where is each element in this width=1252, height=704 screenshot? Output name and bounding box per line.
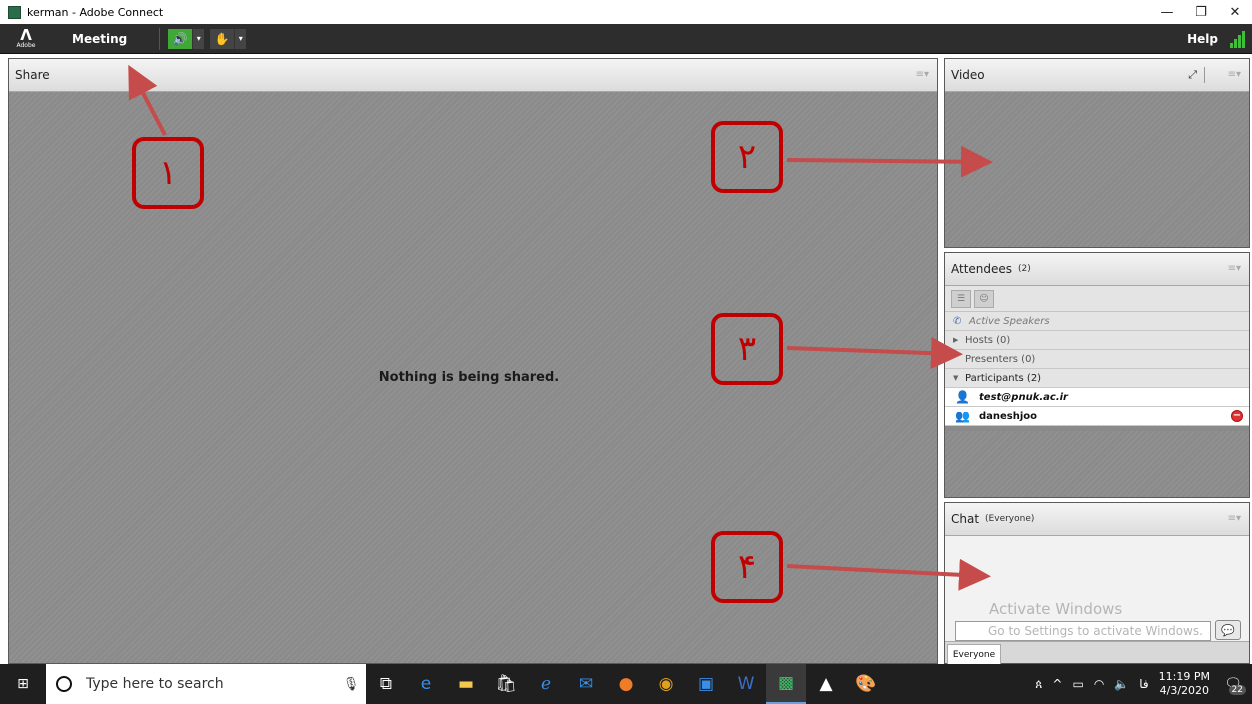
- system-tray: ጰ ^ ▭ ◠ 🔈 فا 11:19 PM 4/3/2020 🗨 22: [1035, 670, 1252, 698]
- status-view-icon[interactable]: ☺: [974, 289, 994, 308]
- photos-icon[interactable]: ▲: [806, 664, 846, 704]
- user-icon: 👤: [955, 390, 970, 404]
- video-pod-title: Video: [951, 68, 985, 82]
- windows-start-icon[interactable]: ⊞: [0, 664, 46, 704]
- paint-icon[interactable]: 🎨: [846, 664, 886, 704]
- store-icon[interactable]: 🛍: [486, 664, 526, 704]
- meeting-menu[interactable]: Meeting: [72, 32, 127, 46]
- collapse-icon: ▼: [953, 374, 959, 382]
- pod-options-icon[interactable]: ≡▾: [1228, 513, 1241, 524]
- speaker-toggle-button[interactable]: 🔊 ▾: [168, 28, 205, 49]
- pod-options-icon[interactable]: ≡▾: [916, 69, 929, 80]
- attendees-pod-header: Attendees (2) ≡▾: [945, 253, 1249, 286]
- user-desktop-icon: 👥: [955, 409, 970, 423]
- firefox-icon[interactable]: ●: [606, 664, 646, 704]
- taskbar-search-box[interactable]: Type here to search 🎙: [46, 664, 366, 704]
- search-placeholder: Type here to search: [86, 676, 224, 692]
- expand-icon: ▶: [953, 336, 959, 344]
- clock[interactable]: 11:19 PM 4/3/2020: [1159, 670, 1210, 698]
- meeting-menubar: Λ Adobe Meeting 🔊 ▾ ✋ ▾ Help: [0, 24, 1252, 54]
- callout-1: ١: [132, 137, 204, 209]
- internet-explorer-icon[interactable]: ℯ: [526, 664, 566, 704]
- adobe-connect-app-icon: [8, 5, 21, 19]
- attendee-row[interactable]: 👤 test@pnuk.ac.ir: [945, 388, 1249, 407]
- fullscreen-icon[interactable]: ⤢: [1188, 68, 1197, 82]
- clock-date: 4/3/2020: [1159, 684, 1210, 697]
- remove-user-icon[interactable]: −: [1231, 410, 1243, 422]
- participants-group-row[interactable]: ▼ Participants (2): [945, 369, 1249, 388]
- list-view-icon[interactable]: ☰: [951, 289, 971, 308]
- chat-input[interactable]: Go to Settings to activate Windows.: [955, 621, 1211, 641]
- app-icon[interactable]: ▣: [686, 664, 726, 704]
- microphone-icon[interactable]: 🎙: [336, 677, 366, 692]
- chat-messages-area: Activate Windows Go to Settings to activ…: [945, 536, 1249, 664]
- attendees-empty-area: [945, 431, 1249, 497]
- action-center-icon[interactable]: 🗨 22: [1220, 671, 1246, 697]
- send-message-button[interactable]: 💬: [1215, 620, 1241, 640]
- file-explorer-icon[interactable]: ▬: [446, 664, 486, 704]
- attendees-count: (2): [1018, 264, 1031, 274]
- people-icon[interactable]: ጰ: [1035, 677, 1042, 692]
- minimize-button[interactable]: —: [1150, 0, 1184, 24]
- chat-tab-everyone[interactable]: Everyone: [947, 644, 1001, 664]
- activate-windows-watermark: Activate Windows: [989, 600, 1123, 618]
- share-empty-message: Nothing is being shared.: [378, 370, 560, 385]
- video-pod-header: Video ⤢ ≡▾: [945, 59, 1249, 92]
- share-pod-header: Share ≡▾: [9, 59, 937, 92]
- chat-pod: Chat (Everyone) ≡▾ Activate Windows Go t…: [944, 502, 1250, 664]
- chat-tabbar: Everyone: [945, 641, 1249, 664]
- share-pod-title: Share: [15, 68, 50, 82]
- chat-scope: (Everyone): [985, 514, 1035, 524]
- word-icon[interactable]: W: [726, 664, 766, 704]
- volume-icon[interactable]: 🔈: [1114, 677, 1129, 691]
- notification-count: 22: [1228, 685, 1246, 695]
- pod-options-icon[interactable]: ≡▾: [1228, 263, 1241, 274]
- window-titlebar: kerman - Adobe Connect — ❐ ✕: [0, 0, 1252, 24]
- edge-icon[interactable]: e: [406, 664, 446, 704]
- windows-taskbar: ⊞ Type here to search 🎙 ⧉ e ▬ 🛍 ℯ ✉ ● ◉ …: [0, 664, 1252, 704]
- show-hidden-icons[interactable]: ^: [1052, 677, 1062, 691]
- callout-4: ۴: [711, 531, 783, 603]
- wifi-icon[interactable]: ◠: [1094, 677, 1104, 691]
- close-button[interactable]: ✕: [1218, 0, 1252, 24]
- presenters-group-row[interactable]: Presenters (0): [945, 350, 1249, 369]
- network-icon[interactable]: ▭: [1072, 677, 1083, 691]
- speaker-icon: 🔊: [168, 28, 193, 49]
- maximize-button[interactable]: ❐: [1184, 0, 1218, 24]
- attendees-pod-title: Attendees: [951, 262, 1013, 276]
- help-menu[interactable]: Help: [1187, 32, 1218, 46]
- video-pod: Video ⤢ ≡▾: [944, 58, 1250, 248]
- adobe-connect-taskbar-icon[interactable]: ▩: [766, 664, 806, 704]
- pod-options-icon[interactable]: ≡▾: [1228, 69, 1241, 80]
- active-speakers-row: ✆ Active Speakers: [945, 312, 1249, 331]
- connection-signal-icon: [1230, 30, 1248, 48]
- callout-2: ٢: [711, 121, 783, 193]
- language-indicator[interactable]: فا: [1139, 677, 1148, 691]
- speaker-dropdown-icon[interactable]: ▾: [192, 28, 205, 49]
- hosts-group-row[interactable]: ▶ Hosts (0): [945, 331, 1249, 350]
- attendee-row[interactable]: 👥 daneshjoo −: [945, 407, 1249, 426]
- task-view-icon[interactable]: ⧉: [366, 664, 406, 704]
- raise-hand-button[interactable]: ✋ ▾: [210, 28, 247, 49]
- phone-icon: ✆: [953, 315, 962, 327]
- clock-time: 11:19 PM: [1158, 670, 1210, 683]
- attendees-pod: Attendees (2) ≡▾ ☰ ☺ ✆ Active Speakers ▶…: [944, 252, 1250, 498]
- chrome-icon[interactable]: ◉: [646, 664, 686, 704]
- adobe-logo: Λ Adobe: [16, 26, 36, 50]
- video-content-area: [945, 92, 1249, 247]
- chat-pod-title: Chat: [951, 512, 980, 526]
- chat-pod-header: Chat (Everyone) ≡▾: [945, 503, 1249, 536]
- menubar-divider: [159, 27, 161, 50]
- attendees-toolbar: ☰ ☺: [945, 286, 1249, 312]
- header-divider: [1204, 67, 1205, 83]
- window-title: kerman - Adobe Connect: [27, 5, 164, 19]
- cortana-icon[interactable]: [56, 676, 72, 692]
- callout-3: ٣: [711, 313, 783, 385]
- status-dropdown-icon[interactable]: ▾: [234, 28, 247, 49]
- mail-icon[interactable]: ✉: [566, 664, 606, 704]
- raise-hand-icon: ✋: [210, 28, 235, 49]
